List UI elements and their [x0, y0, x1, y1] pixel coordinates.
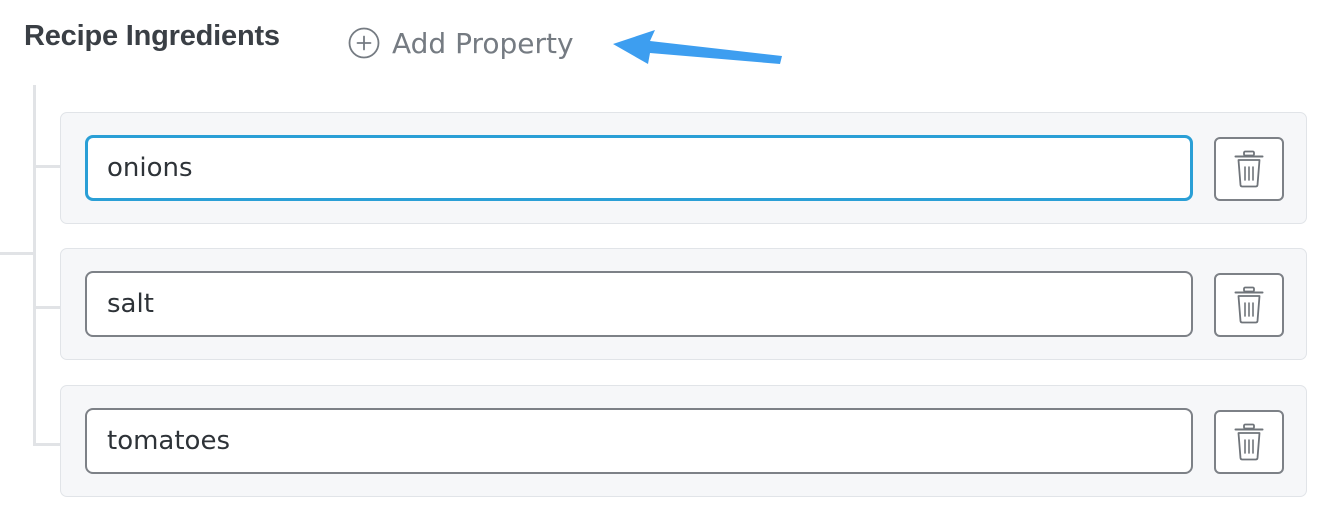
delete-button[interactable]	[1214, 137, 1284, 201]
delete-button[interactable]	[1214, 273, 1284, 337]
tree-connector	[0, 252, 35, 255]
ingredient-input[interactable]	[85, 408, 1193, 474]
trash-icon	[1234, 286, 1264, 324]
trash-icon	[1234, 150, 1264, 188]
section-title: Recipe Ingredients	[24, 20, 280, 52]
ingredient-input[interactable]	[85, 135, 1193, 201]
tree-branch	[33, 306, 61, 309]
delete-button[interactable]	[1214, 410, 1284, 474]
tree-line	[33, 85, 36, 445]
ingredient-input[interactable]	[85, 271, 1193, 337]
annotation-arrow	[613, 30, 782, 64]
tree-branch	[33, 443, 61, 446]
add-property-label: Add Property	[392, 26, 574, 60]
tree-branch	[33, 165, 61, 168]
trash-icon	[1234, 423, 1264, 461]
ingredient-row	[60, 385, 1307, 497]
plus-circle-icon	[348, 27, 380, 59]
add-property-button[interactable]: Add Property	[348, 24, 574, 62]
ingredient-row	[60, 112, 1307, 224]
ingredient-row	[60, 248, 1307, 360]
